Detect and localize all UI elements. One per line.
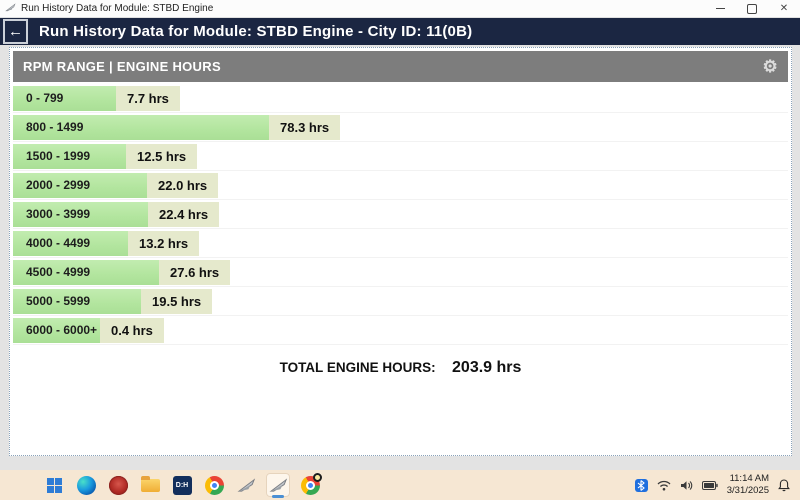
engine-hours-value: 22.4 hrs (148, 201, 220, 227)
wifi-icon[interactable] (657, 480, 671, 491)
browser-profile-button[interactable] (298, 473, 322, 497)
rpm-row: 4000 - 4499 13.2 hrs (13, 229, 788, 258)
app-header: ← Run History Data for Module: STBD Engi… (0, 18, 800, 46)
close-icon: ✕ (779, 2, 789, 14)
engine-hours-value: 12.5 hrs (126, 143, 198, 169)
rpm-range-bar: 800 - 1499 (13, 114, 269, 140)
taskbar-clock[interactable]: 11:14 AM 3/31/2025 (727, 473, 769, 497)
rpm-range-bar: 4500 - 4999 (13, 259, 159, 285)
minimize-icon (715, 8, 725, 9)
rpm-range-bar: 3000 - 3999 (13, 201, 148, 227)
bluetooth-icon[interactable] (634, 478, 648, 492)
engine-hours-value: 13.2 hrs (128, 230, 200, 256)
window-controls: ✕ (704, 0, 800, 17)
edge-browser-button[interactable] (74, 473, 98, 497)
page-title: Run History Data for Module: STBD Engine… (39, 23, 473, 40)
rpm-row: 0 - 799 7.7 hrs (13, 84, 788, 113)
section-title: RPM RANGE | ENGINE HOURS (23, 59, 221, 74)
taskbar-icons: D:H (42, 473, 322, 498)
rpm-range-bar: 2000 - 2999 (13, 172, 147, 198)
rpm-row: 2000 - 2999 22.0 hrs (13, 171, 788, 200)
window-title: Run History Data for Module: STBD Engine (21, 3, 214, 14)
chrome-icon (204, 475, 224, 495)
clock-time: 11:14 AM (729, 473, 769, 485)
run-history-app-button[interactable] (234, 473, 258, 497)
app-wing-icon (5, 0, 16, 18)
back-button[interactable]: ← (3, 19, 28, 44)
folder-icon (140, 475, 160, 492)
total-engine-hours-value: 203.9 hrs (452, 359, 522, 376)
rpm-row: 5000 - 5999 19.5 hrs (13, 287, 788, 316)
maximize-icon (747, 3, 757, 14)
rpm-row: 4500 - 4999 27.6 hrs (13, 258, 788, 287)
bell-icon[interactable] (778, 478, 790, 492)
rpm-range-bar: 6000 - 6000+ (13, 317, 100, 343)
engine-hours-value: 22.0 hrs (147, 172, 219, 198)
rpm-range-bar: 5000 - 5999 (13, 288, 141, 314)
system-tray: 11:14 AM 3/31/2025 (634, 473, 794, 497)
dh-app-button[interactable]: D:H (170, 473, 194, 497)
red-app-icon (108, 475, 128, 495)
engine-hours-value: 27.6 hrs (159, 259, 231, 285)
engine-hours-value: 78.3 hrs (269, 114, 341, 140)
taskbar: D:H 11:14 AM 3/31/2025 (0, 470, 800, 500)
wing-app-icon (268, 477, 287, 492)
rpm-rows: 0 - 799 7.7 hrs 800 - 1499 78.3 hrs 1500 - 1… (13, 84, 788, 345)
windows-start-button[interactable] (42, 473, 66, 497)
chrome-browser-button[interactable] (202, 473, 226, 497)
rpm-row: 6000 - 6000+ 0.4 hrs (13, 316, 788, 345)
rpm-row: 3000 - 3999 22.4 hrs (13, 200, 788, 229)
engine-hours-value: 7.7 hrs (116, 85, 180, 111)
rpm-row: 800 - 1499 78.3 hrs (13, 113, 788, 142)
rpm-range-bar: 1500 - 1999 (13, 143, 126, 169)
edge-icon (76, 475, 96, 495)
section-header: RPM RANGE | ENGINE HOURS ⚙ (13, 51, 788, 82)
engine-hours-value: 19.5 hrs (141, 288, 213, 314)
run-history-app-active-button[interactable] (266, 473, 290, 498)
total-engine-hours-label: TOTAL ENGINE HOURS: (279, 360, 436, 375)
maximize-button[interactable] (736, 0, 768, 17)
window-titlebar: Run History Data for Module: STBD Engine… (0, 0, 800, 18)
clock-date: 3/31/2025 (726, 485, 769, 496)
left-arrow-icon: ← (8, 23, 23, 40)
rpm-range-bar: 4000 - 4499 (13, 230, 128, 256)
windows-logo-icon (46, 477, 62, 493)
volume-icon[interactable] (680, 480, 693, 491)
minimize-button[interactable] (704, 0, 736, 17)
wing-app-icon (236, 477, 255, 492)
engine-hours-value: 0.4 hrs (100, 317, 164, 343)
rpm-row: 1500 - 1999 12.5 hrs (13, 142, 788, 171)
close-button[interactable]: ✕ (768, 0, 800, 17)
rpm-range-bar: 0 - 799 (13, 85, 116, 111)
profile-ring-icon (313, 473, 322, 482)
total-row: TOTAL ENGINE HOURS: 203.9 hrs (13, 353, 788, 383)
file-explorer-button[interactable] (138, 473, 162, 497)
content-area: RPM RANGE | ENGINE HOURS ⚙ 0 - 799 7.7 hr… (0, 45, 800, 470)
battery-icon[interactable] (701, 480, 718, 490)
run-history-panel: RPM RANGE | ENGINE HOURS ⚙ 0 - 799 7.7 hr… (9, 47, 792, 456)
gear-icon[interactable]: ⚙ (762, 58, 778, 75)
red-app-button[interactable] (106, 473, 130, 497)
dh-app-icon: D:H (172, 475, 192, 495)
